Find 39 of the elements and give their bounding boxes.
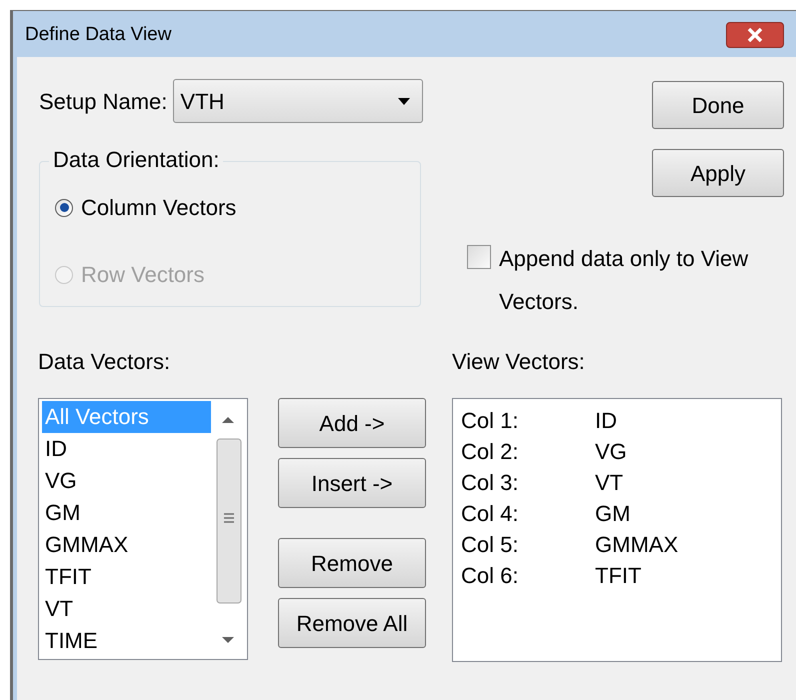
dropdown-value: VTH: [180, 88, 224, 116]
action-button[interactable]: Remove: [278, 538, 426, 588]
setup-name-dropdown[interactable]: VTH: [173, 79, 424, 123]
radio-button[interactable]: [55, 198, 73, 216]
list-item[interactable]: GM: [42, 497, 211, 529]
vector-name: VG: [595, 438, 627, 466]
close-button[interactable]: [726, 22, 784, 48]
list-item[interactable]: TFIT: [42, 561, 211, 593]
list-item[interactable]: ID: [42, 433, 211, 465]
data-vectors-label: Data Vectors:: [38, 348, 172, 376]
close-icon: [747, 28, 763, 42]
vector-name: TFIT: [595, 562, 642, 590]
vector-name: GM: [595, 500, 630, 528]
column-label: Col 1:: [461, 407, 520, 435]
list-item[interactable]: VG: [42, 465, 211, 497]
window-title: Define Data View: [25, 22, 172, 47]
dialog-button[interactable]: Done: [652, 81, 784, 129]
column-label: Col 2:: [461, 438, 520, 466]
vector-name: ID: [595, 407, 617, 435]
action-button[interactable]: Add ->: [278, 398, 426, 448]
vector-name: GMMAX: [595, 531, 678, 559]
dropdown-caret-icon: [398, 98, 410, 104]
setup-name-label: Setup Name:: [39, 88, 168, 116]
vector-name: VT: [595, 469, 624, 497]
action-button[interactable]: Insert ->: [278, 458, 426, 508]
column-label: Col 4:: [461, 500, 520, 528]
dialog-button[interactable]: Apply: [652, 149, 784, 197]
checkbox-label: Append data only to View Vectors.: [499, 245, 749, 316]
view-vectors-label: View Vectors:: [452, 348, 586, 376]
column-label: Col 6:: [461, 562, 520, 590]
action-button[interactable]: Remove All: [278, 598, 426, 648]
list-item[interactable]: TIME: [42, 625, 211, 657]
list-item[interactable]: VT: [42, 593, 211, 625]
column-label: Col 3:: [461, 469, 520, 497]
list-item[interactable]: GMMAX: [42, 529, 211, 561]
radio-label: Column Vectors: [81, 194, 236, 222]
checkbox[interactable]: [467, 245, 491, 269]
radio-label: Row Vectors: [81, 261, 204, 289]
column-label: Col 5:: [461, 531, 520, 559]
